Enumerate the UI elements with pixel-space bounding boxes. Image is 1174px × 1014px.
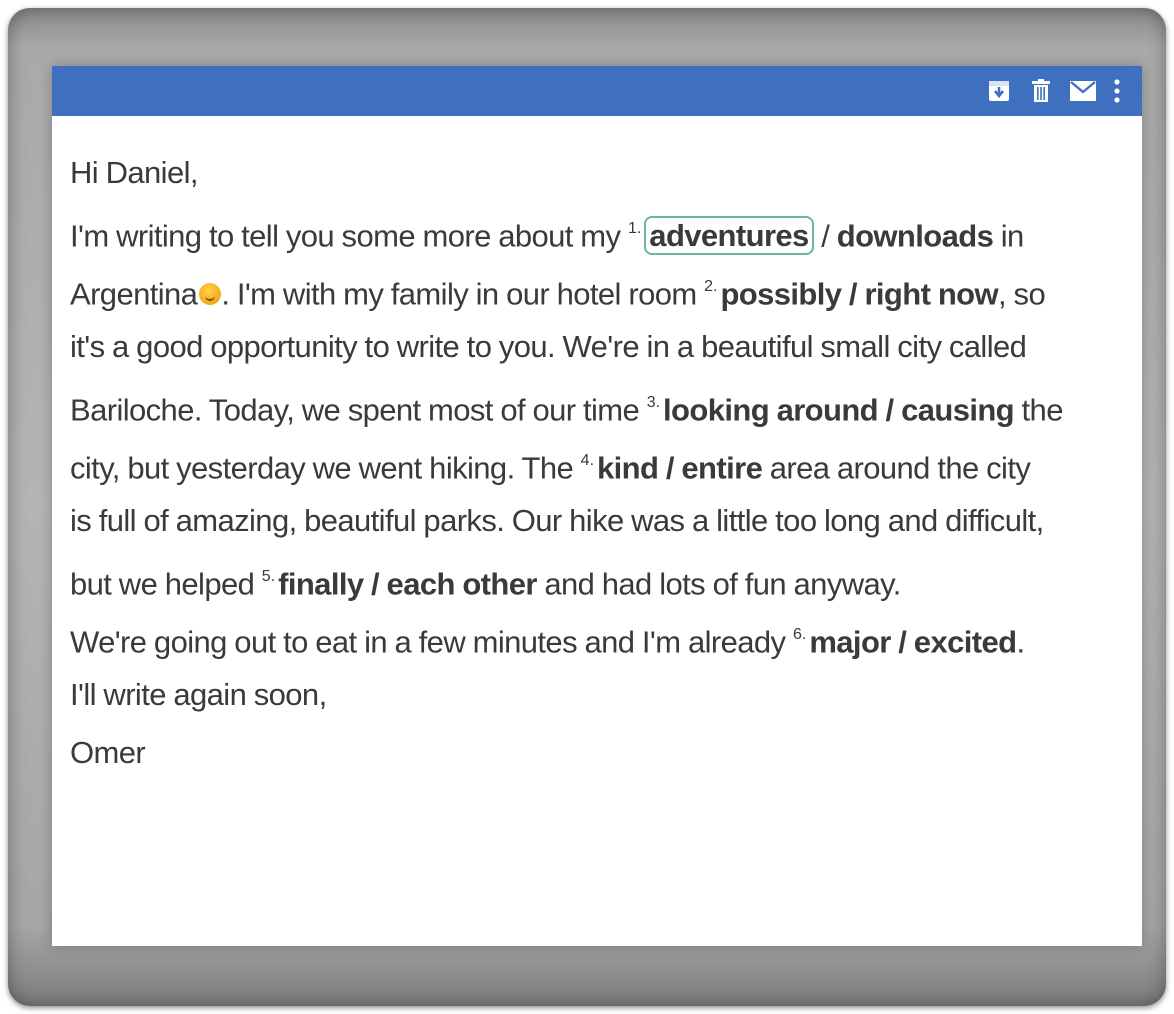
email-window: Hi Daniel, I'm writing to tell you some …: [52, 66, 1142, 946]
option-separator: /: [878, 392, 902, 428]
gap-number: 6.: [792, 626, 807, 643]
text-line: Argentina . I'm with my family in our hot…: [70, 260, 1128, 318]
gap-number: 1.: [627, 220, 642, 237]
delete-button[interactable]: [1020, 70, 1062, 112]
text-line: is full of amazing, beautiful parks. Our…: [70, 503, 1044, 538]
gap-6-option-a[interactable]: major: [809, 624, 891, 659]
text-segment: , so: [998, 276, 1046, 312]
download-button[interactable]: [978, 70, 1020, 112]
option-separator: /: [363, 566, 387, 602]
gap-3-option-b[interactable]: causing: [901, 392, 1015, 427]
text-segment: . I'm with my family in our hotel room: [221, 276, 705, 312]
text-segment: I'm writing to tell you some more about …: [70, 218, 628, 254]
closing-line: I'll write again soon,: [70, 677, 327, 712]
mail-icon: [1070, 81, 1096, 101]
option-separator: /: [890, 624, 914, 660]
text-line: it's a good opportunity to write to you.…: [70, 329, 1027, 364]
gap-3-option-a[interactable]: looking around: [663, 392, 879, 427]
gap-number: 3.: [646, 394, 661, 411]
text-segment: but we helped: [70, 566, 262, 602]
text-segment: city, but yesterday we went hiking. The: [70, 450, 581, 486]
text-segment: We're going out to eat in a few minutes …: [70, 624, 793, 660]
gap-2-option-b[interactable]: right now: [864, 276, 998, 311]
smiley-emoji-icon: [199, 283, 222, 306]
gap-number: 2.: [704, 278, 718, 295]
text-segment: in: [993, 218, 1025, 254]
text-segment: and had lots of fun anyway.: [536, 566, 901, 602]
text-line: Bariloche. Today, we spent most of our t…: [70, 376, 1128, 434]
text-segment: area around the city: [762, 450, 1031, 486]
option-separator: /: [658, 450, 682, 486]
signature: Omer: [70, 735, 146, 770]
gap-5-option-b[interactable]: each other: [387, 566, 538, 601]
gap-number: 5.: [261, 568, 276, 585]
gap-4-option-b[interactable]: entire: [681, 450, 762, 485]
gap-5-option-a[interactable]: finally: [278, 566, 364, 601]
text-line: but we helped 5.finally / each other and…: [70, 550, 1128, 608]
gap-1-option-a[interactable]: adventures: [644, 216, 814, 256]
gap-4-option-a[interactable]: kind: [597, 450, 659, 485]
text-segment: .: [1016, 624, 1025, 660]
text-line: We're going out to eat in a few minutes …: [70, 608, 1128, 666]
trash-icon: [1031, 79, 1051, 103]
email-body: Hi Daniel, I'm writing to tell you some …: [70, 144, 1128, 782]
option-separator: /: [813, 218, 837, 254]
text-segment: the: [1014, 392, 1064, 428]
text-line: I'm writing to tell you some more about …: [70, 202, 1128, 260]
gap-2-option-a[interactable]: possibly: [720, 276, 842, 311]
text-segment: Bariloche. Today, we spent most of our t…: [70, 392, 647, 428]
gap-number: 4.: [580, 452, 595, 469]
download-icon: [988, 80, 1010, 102]
mail-button[interactable]: [1062, 70, 1104, 112]
text-segment: Argentina: [70, 276, 198, 312]
more-vert-icon: [1114, 79, 1120, 103]
gap-1-option-b[interactable]: downloads: [837, 218, 994, 253]
outer-frame: Hi Daniel, I'm writing to tell you some …: [8, 8, 1166, 1006]
more-options-button[interactable]: [1104, 70, 1130, 112]
gap-6-option-b[interactable]: excited: [914, 624, 1017, 659]
option-separator: /: [841, 276, 865, 312]
greeting: Hi Daniel,: [70, 155, 198, 190]
email-toolbar: [52, 66, 1142, 116]
text-line: city, but yesterday we went hiking. The …: [70, 434, 1128, 492]
